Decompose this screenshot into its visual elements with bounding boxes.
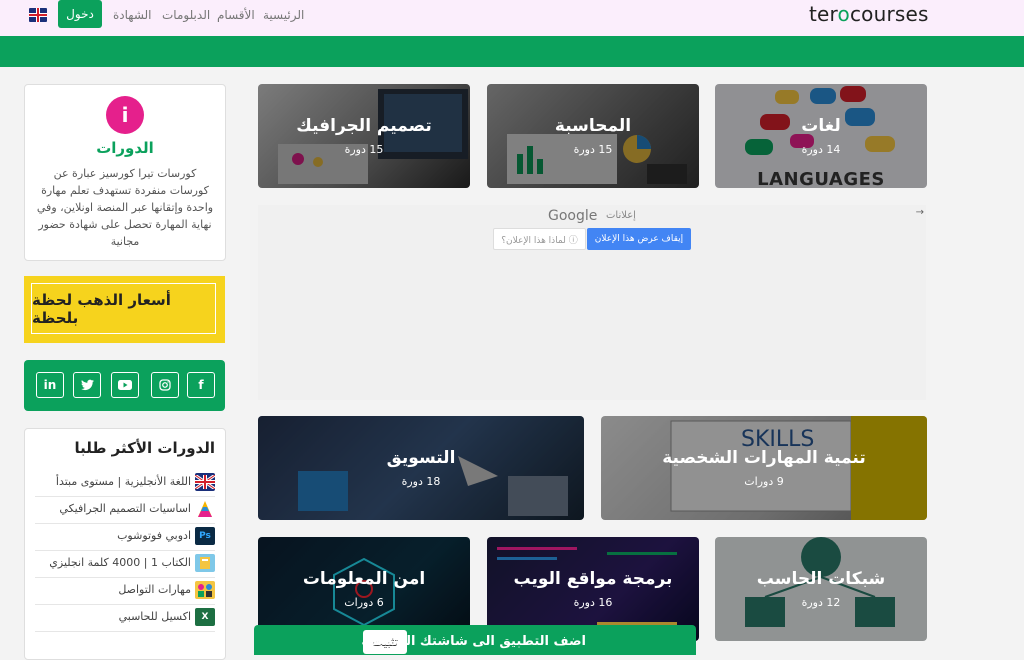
social-links: in f (24, 360, 225, 411)
popular-courses-card: الدورات الأكثر طلبا اللغة الأنجليزية | م… (24, 428, 226, 660)
info-card: i الدورات كورسات تيرا كورسيز عبارة عن كو… (24, 84, 226, 261)
list-item[interactable]: Ps ادوبي فوتوشوب (35, 524, 215, 551)
course-title: المحاسبة (554, 116, 632, 136)
twitter-icon[interactable] (73, 372, 101, 398)
info-title: الدورات (96, 139, 154, 157)
list-item[interactable]: الكتاب 1 | 4000 كلمة انجليزي (35, 551, 215, 578)
photoshop-icon: Ps (195, 527, 215, 545)
course-count: 6 دورات (344, 596, 384, 609)
top-nav: دخول الشهادة الدبلومات الأقسام الرئيسية … (0, 0, 1024, 36)
gold-prices-label: أسعار الذهب لحظة بلحظة (31, 283, 216, 334)
stop-ad-button[interactable]: إيقاف عرض هذا الإعلان (587, 228, 691, 250)
list-item[interactable]: اساسيات التصميم الجرافيكي (35, 497, 215, 524)
course-tile-languages[interactable]: لغات 14 دورة LANGUAGES (715, 84, 927, 188)
site-logo[interactable]: terocourses (809, 2, 929, 26)
book-icon (195, 554, 215, 572)
course-count: 16 دورة (573, 596, 613, 609)
info-icon: i (106, 96, 144, 134)
nav-link-home[interactable]: الرئيسية (263, 8, 304, 22)
course-count: 15 دورة (573, 143, 613, 156)
course-tile-soft-skills[interactable]: SKILLS تنمية المهارات الشخصية 9 دورات (601, 416, 927, 520)
facebook-icon[interactable]: f (187, 372, 215, 398)
course-count: 9 دورات (744, 475, 784, 488)
course-title: امن المعلومات (302, 569, 426, 589)
info-text: كورسات تيرا كورسيز عبارة عن كورسات منفرد… (36, 167, 214, 248)
excel-icon: X (195, 608, 215, 626)
install-banner-text: اضف التطبيق الى شاشتك الرئيسية (361, 634, 586, 649)
course-tile-graphic-design[interactable]: تصميم الجرافيك 15 دورة (258, 84, 470, 188)
list-item[interactable]: اللغة الأنجليزية | مستوى مبتدأ (35, 470, 215, 497)
list-item[interactable]: X اكسيل للحاسبي (35, 605, 215, 632)
course-title: تصميم الجرافيك (296, 116, 432, 136)
uk-flag-icon (195, 473, 215, 491)
course-tile-accounting[interactable]: المحاسبة 15 دورة (487, 84, 699, 188)
course-title: لغات (801, 116, 841, 136)
course-title: شبكات الحاسب (756, 569, 886, 589)
course-title: التسويق (386, 448, 456, 468)
nav-link-certificate[interactable]: الشهادة (113, 8, 152, 22)
course-tile-networks[interactable]: شبكات الحاسب 12 دورة (715, 537, 927, 641)
nav-link-categories[interactable]: الأقسام (217, 8, 255, 22)
youtube-icon[interactable] (111, 372, 139, 398)
install-app-banner: تثبيت اضف التطبيق الى شاشتك الرئيسية (254, 625, 696, 655)
course-count: 18 دورة (401, 475, 441, 488)
popular-courses-title: الدورات الأكثر طلبا (74, 439, 215, 457)
google-ad-logo: Google (548, 208, 598, 224)
why-this-ad-button[interactable]: لماذا هذا الإعلان؟ ⓘ (493, 228, 586, 250)
course-title: تنمية المهارات الشخصية (662, 448, 866, 468)
course-count: 12 دورة (801, 596, 841, 609)
ad-arrow-icon[interactable]: → (916, 207, 924, 218)
list-item[interactable]: مهارات التواصل (35, 578, 215, 605)
languages-caption: LANGUAGES (757, 169, 885, 188)
course-title: برمجة مواقع الويب (513, 569, 673, 589)
ad-container: Google إعلانات → لماذا هذا الإعلان؟ ⓘ إي… (258, 205, 926, 400)
instagram-icon[interactable] (151, 372, 179, 398)
course-tile-marketing[interactable]: التسويق 18 دورة (258, 416, 584, 520)
login-button[interactable]: دخول (58, 0, 102, 28)
nav-link-diplomas[interactable]: الدبلومات (162, 8, 210, 22)
green-banner-bar (0, 36, 1024, 67)
ad-label: إعلانات (606, 210, 636, 221)
communication-icon (195, 581, 215, 599)
linkedin-icon[interactable]: in (36, 372, 64, 398)
design-icon (195, 500, 215, 518)
course-count: 15 دورة (344, 143, 384, 156)
course-count: 14 دورة (801, 143, 841, 156)
uk-flag-icon[interactable] (29, 8, 47, 22)
gold-prices-banner[interactable]: أسعار الذهب لحظة بلحظة (24, 276, 225, 343)
